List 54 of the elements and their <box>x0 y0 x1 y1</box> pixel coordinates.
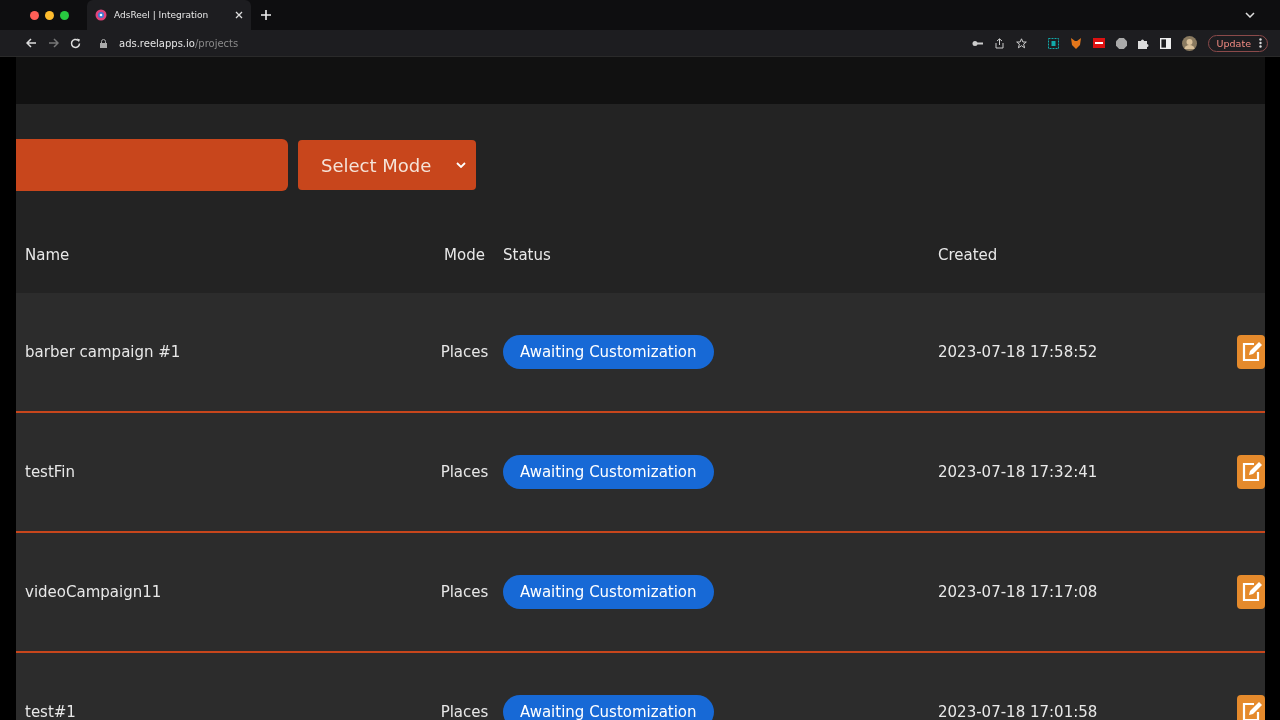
table-row[interactable]: barber campaign #1 Places Awaiting Customization 2023-07-18 17:58:52 <box>16 293 1265 413</box>
created-date: 2023-07-18 17:01:58 <box>938 703 1099 720</box>
edit-icon[interactable] <box>1237 335 1265 369</box>
extension-icon[interactable] <box>1092 38 1105 48</box>
forward-icon[interactable] <box>48 38 59 48</box>
minimize-window-icon[interactable] <box>45 10 54 20</box>
search-field[interactable] <box>16 139 288 191</box>
share-icon[interactable] <box>994 37 1004 49</box>
fox-icon[interactable] <box>1069 37 1082 49</box>
status-badge: Awaiting Customization <box>503 335 714 369</box>
mode-select[interactable]: Select Mode <box>298 140 476 190</box>
new-tab-icon[interactable] <box>261 10 271 20</box>
close-window-icon[interactable] <box>30 10 39 20</box>
created-date: 2023-07-18 17:32:41 <box>938 463 1099 481</box>
extension-icon[interactable] <box>1047 37 1059 49</box>
maximize-window-icon[interactable] <box>60 10 69 20</box>
created-date: 2023-07-18 17:58:52 <box>938 343 1099 361</box>
lock-icon <box>100 38 107 48</box>
chevron-down-icon[interactable] <box>1245 12 1255 18</box>
app-logo-icon <box>95 9 107 21</box>
close-icon[interactable] <box>235 11 243 19</box>
column-header: Status <box>503 245 552 264</box>
created-date: 2023-07-18 17:17:08 <box>938 583 1099 601</box>
avatar-icon[interactable] <box>1181 35 1197 51</box>
status-badge: Awaiting Customization <box>503 695 714 720</box>
more-icon[interactable] <box>1259 38 1262 48</box>
star-icon[interactable] <box>1015 37 1027 49</box>
edit-icon[interactable] <box>1237 455 1265 489</box>
back-icon[interactable] <box>26 38 37 48</box>
table-row[interactable]: testFin Places Awaiting Customization 2023-07-18 17:32:41 <box>16 413 1265 533</box>
sidebar-icon[interactable] <box>1159 37 1171 49</box>
mode-cell-text: Places <box>439 463 490 481</box>
project-name: barber campaign #1 <box>25 343 182 361</box>
mode-cell-text: Places <box>439 583 490 601</box>
status-badge: Awaiting Customization <box>503 575 714 609</box>
table-row[interactable]: videoCampaign11 Places Awaiting Customization 2023-07-18 17:17:08 <box>16 533 1265 653</box>
project-name: testFin <box>25 463 77 481</box>
mode-cell-text: Places <box>439 703 490 720</box>
key-icon[interactable] <box>971 39 983 47</box>
mode-cell-text: Places <box>439 343 490 361</box>
column-header: Name <box>25 245 71 264</box>
address-bar[interactable]: ads.reelapps.io/projects <box>92 33 1037 53</box>
project-name: videoCampaign11 <box>25 583 163 601</box>
project-name: test#1 <box>25 703 77 720</box>
edit-icon[interactable] <box>1237 695 1265 720</box>
puzzle-icon[interactable] <box>1137 37 1149 49</box>
chevron-down-icon <box>456 162 466 168</box>
status-badge: Awaiting Customization <box>503 455 714 489</box>
table-row[interactable]: test#1 Places Awaiting Customization 2023-07-18 17:01:58 <box>16 653 1265 720</box>
reload-icon[interactable] <box>70 37 81 49</box>
edit-icon[interactable] <box>1237 575 1265 609</box>
column-header: Created <box>938 245 999 264</box>
column-header: Mode <box>443 245 486 264</box>
browser-tab[interactable]: AdsReel | Integration <box>87 0 251 30</box>
